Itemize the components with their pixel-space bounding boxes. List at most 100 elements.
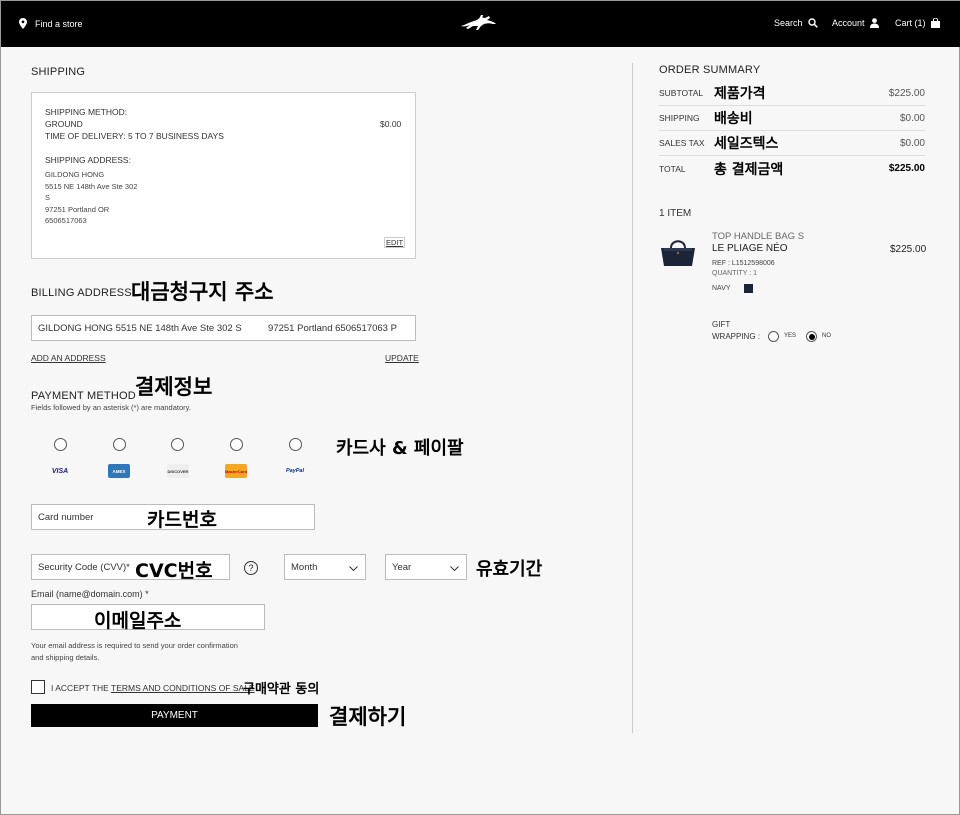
billing-address-select[interactable]: GILDONG HONG 5515 NE 148th Ave Ste 302 S…: [31, 315, 416, 341]
discover-radio[interactable]: [171, 438, 184, 451]
summary-row-shipping: SHIPPING 배송비 $0.00: [659, 106, 925, 131]
address-line: 97251 Portland OR: [45, 204, 110, 214]
payment-annotation: 결제정보: [135, 375, 213, 399]
email-annotation: 이메일주소: [94, 610, 182, 632]
email-note: Your email address is required to send y…: [31, 641, 238, 650]
email-label: Email (name@domain.com) *: [31, 589, 149, 599]
radio-selected-dot: [808, 333, 815, 340]
search-icon: [807, 18, 818, 28]
month-select[interactable]: Month: [284, 554, 366, 580]
account-link[interactable]: Account: [832, 18, 879, 28]
product-thumbnail[interactable]: [658, 234, 698, 275]
product-ref: REF : L1512598006: [712, 260, 775, 267]
payment-button-annotation: 결제하기: [329, 705, 407, 729]
address-line: 6506517063: [45, 216, 87, 225]
summary-label: TOTAL: [659, 163, 686, 174]
accept-prefix: I ACCEPT THE: [51, 683, 109, 693]
terms-link[interactable]: TERMS AND CONDITIONS OF SALE: [111, 683, 255, 693]
product-quantity: QUANTITY : 1: [712, 270, 757, 277]
cart-label: Cart (1): [895, 18, 926, 28]
amex-radio[interactable]: [113, 438, 126, 451]
delivery-time: TIME OF DELIVERY: 5 TO 7 BUSINESS DAYS: [45, 131, 224, 141]
address-line: S: [45, 193, 51, 202]
cvv-annotation: CVC번호: [135, 560, 213, 582]
product-color-label: NAVY: [712, 285, 731, 292]
column-divider: [632, 63, 633, 733]
shipping-title: SHIPPING: [31, 66, 86, 78]
shopping-bag-icon: [930, 18, 940, 28]
expiry-annotation: 유효기간: [476, 559, 543, 580]
find-store-link[interactable]: Find a store: [19, 18, 83, 29]
accept-terms-checkbox[interactable]: [31, 680, 45, 694]
card-number-placeholder: Card number: [38, 511, 94, 523]
cards-annotation: 카드사 & 페이팔: [336, 438, 464, 459]
cart-link[interactable]: Cart (1): [895, 18, 940, 28]
paypal-logo-icon: PayPal: [285, 468, 305, 474]
accept-terms-label: I ACCEPT THE TERMS AND CONDITIONS OF SAL…: [51, 683, 255, 693]
summary-label: SUBTOTAL: [659, 88, 704, 98]
gift-wrap-yes-radio[interactable]: [768, 331, 779, 342]
items-count: 1 ITEM: [659, 208, 692, 219]
search-label: Search: [774, 18, 803, 28]
summary-row-sales-tax: SALES TAX 세일즈텍스 $0.00: [659, 131, 925, 156]
summary-annotation: 총 결제금액: [714, 161, 784, 178]
paypal-radio[interactable]: [289, 438, 302, 451]
billing-title: BILLING ADDRESS: [31, 287, 132, 299]
shipping-address: GILDONG HONG 5515 NE 148th Ave Ste 302 S…: [45, 169, 137, 227]
product-price: $225.00: [890, 244, 927, 255]
summary-label: SALES TAX: [659, 138, 705, 148]
mastercard-logo-icon: MasterCard: [225, 464, 247, 478]
mandatory-note: Fields followed by an asterisk (*) are m…: [31, 403, 191, 412]
email-note: and shipping details.: [31, 653, 100, 662]
visa-logo-icon: VISA: [51, 467, 69, 475]
year-select[interactable]: Year: [385, 554, 467, 580]
shipping-address-label: SHIPPING ADDRESS:: [45, 155, 131, 165]
gift-label: GIFT: [712, 320, 731, 329]
shipping-method-label: SHIPPING METHOD:: [45, 107, 128, 117]
summary-row-total: TOTAL 총 결제금액 $225.00: [659, 156, 925, 181]
order-summary-title: ORDER SUMMARY: [659, 64, 761, 76]
find-store-label: Find a store: [35, 18, 83, 29]
help-icon[interactable]: ?: [244, 561, 258, 575]
shipping-method-value: GROUND: [45, 119, 83, 129]
summary-value: $225.00: [888, 87, 925, 99]
payment-title: PAYMENT METHOD: [31, 390, 136, 402]
shipping-info-box: SHIPPING METHOD: GROUND $0.00 TIME OF DE…: [31, 92, 416, 259]
update-address-link[interactable]: UPDATE: [385, 353, 419, 363]
shipping-price: $0.00: [380, 119, 402, 129]
no-label: NO: [822, 333, 831, 339]
chevron-down-icon: [349, 566, 358, 571]
account-label: Account: [832, 18, 865, 28]
search-link[interactable]: Search: [774, 18, 818, 28]
summary-label: SHIPPING: [659, 113, 700, 123]
chevron-down-icon: [450, 566, 459, 571]
year-label: Year: [392, 561, 412, 573]
summary-annotation: 제품가격: [714, 86, 766, 102]
wrapping-label: WRAPPING :: [712, 332, 761, 341]
gift-wrap-no-radio[interactable]: [806, 331, 817, 342]
cvv-placeholder: Security Code (CVV)*: [38, 561, 130, 573]
summary-total-value: $225.00: [888, 163, 925, 174]
product-name[interactable]: LE PLIAGE NÉO: [712, 243, 788, 254]
amex-logo-icon: AMEX: [108, 464, 130, 478]
location-pin-icon: [19, 18, 27, 29]
address-line: GILDONG HONG: [45, 170, 105, 179]
summary-annotation: 배송비: [714, 111, 753, 127]
payment-button[interactable]: PAYMENT: [31, 704, 318, 727]
handbag-icon: [661, 240, 695, 266]
user-icon: [869, 18, 879, 28]
summary-annotation: 세일즈텍스: [714, 136, 779, 152]
edit-shipping-button[interactable]: EDIT: [384, 237, 406, 248]
accept-annotation: 구매약관 동의: [243, 682, 320, 697]
summary-value: $0.00: [899, 137, 925, 149]
address-line: 5515 NE 148th Ave Ste 302: [45, 181, 138, 191]
card-number-annotation: 카드번호: [147, 509, 217, 531]
mastercard-radio[interactable]: [230, 438, 243, 451]
visa-radio[interactable]: [54, 438, 67, 451]
longchamp-logo[interactable]: [459, 14, 497, 34]
color-swatch: [744, 284, 753, 293]
top-navigation-bar: Find a store Search Account Cart (1): [1, 1, 960, 47]
add-address-link[interactable]: ADD AN ADDRESS: [31, 353, 106, 363]
billing-annotation: 대금청구지 주소: [131, 280, 274, 304]
summary-value: $0.00: [899, 112, 925, 124]
